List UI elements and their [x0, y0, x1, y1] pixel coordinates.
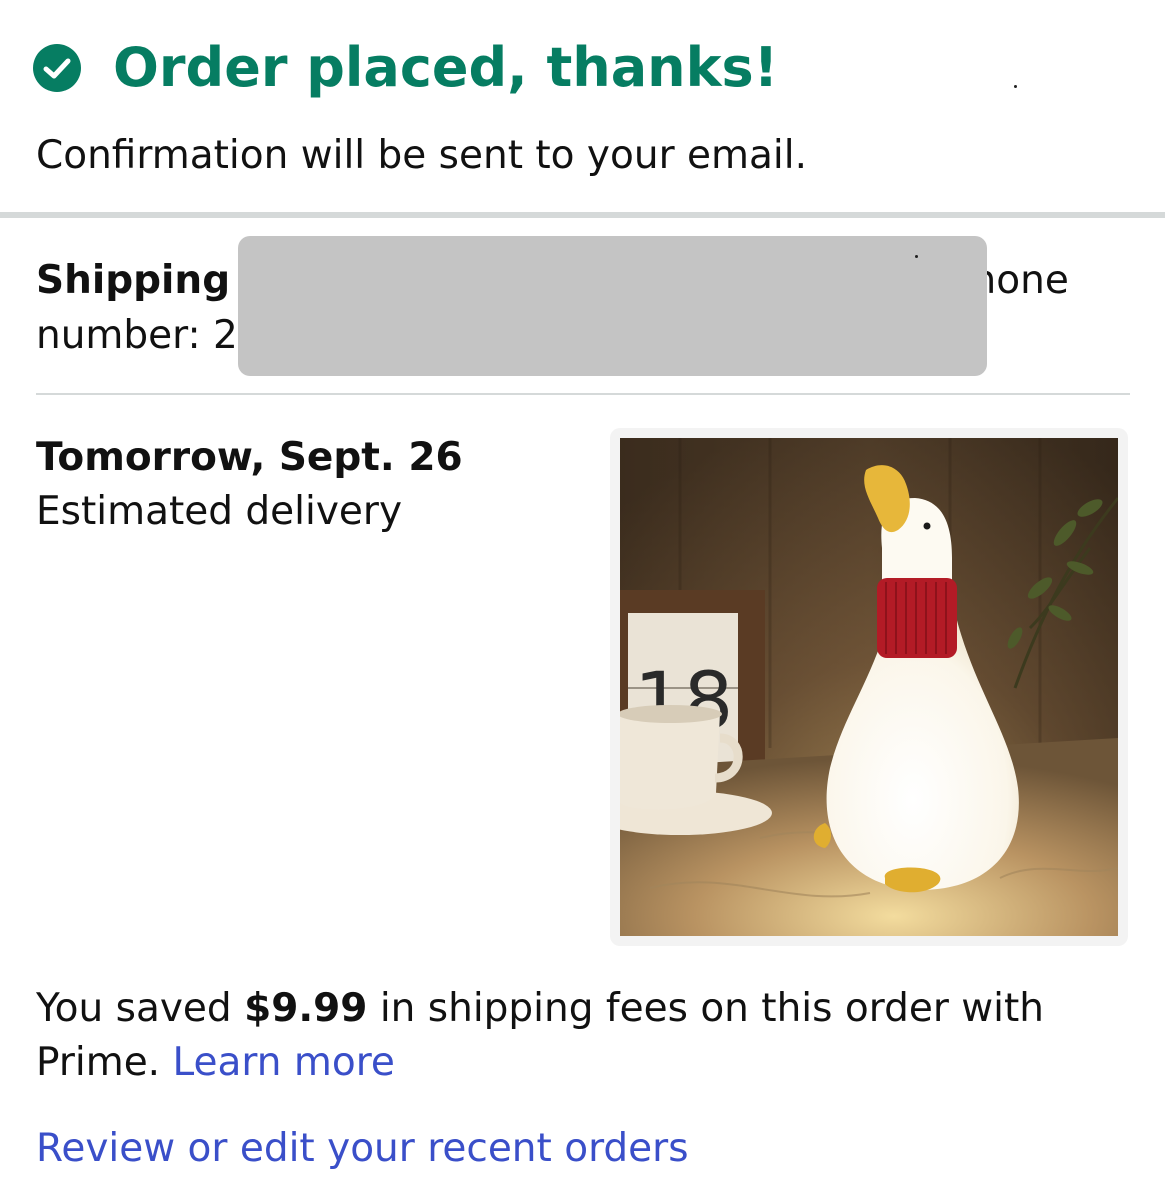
shipping-label: Shipping t	[36, 258, 263, 303]
stray-dot	[915, 255, 918, 258]
savings-amount: $9.99	[244, 986, 368, 1031]
stray-dot	[1014, 85, 1017, 88]
page-title: Order placed, thanks!	[113, 36, 779, 99]
learn-more-link[interactable]: Learn more	[173, 1040, 395, 1085]
divider	[36, 393, 1130, 395]
review-orders-link[interactable]: Review or edit your recent orders	[36, 1123, 689, 1175]
phone-number-label: number: 2	[36, 313, 238, 358]
section-divider	[0, 212, 1165, 218]
confirmation-message: Confirmation will be sent to your email.	[36, 133, 807, 178]
check-circle-icon	[33, 44, 81, 92]
delivery-label: Estimated delivery	[36, 489, 403, 534]
redacted-address	[238, 236, 987, 376]
prime-savings-message: You saved $9.99 in shipping fees on this…	[36, 982, 1126, 1090]
order-confirmation-header: Order placed, thanks! Confirmation will …	[0, 0, 1165, 212]
savings-prefix: You saved	[36, 986, 245, 1031]
delivery-date: Tomorrow, Sept. 26	[36, 435, 463, 480]
product-image[interactable]: 18	[620, 438, 1118, 936]
